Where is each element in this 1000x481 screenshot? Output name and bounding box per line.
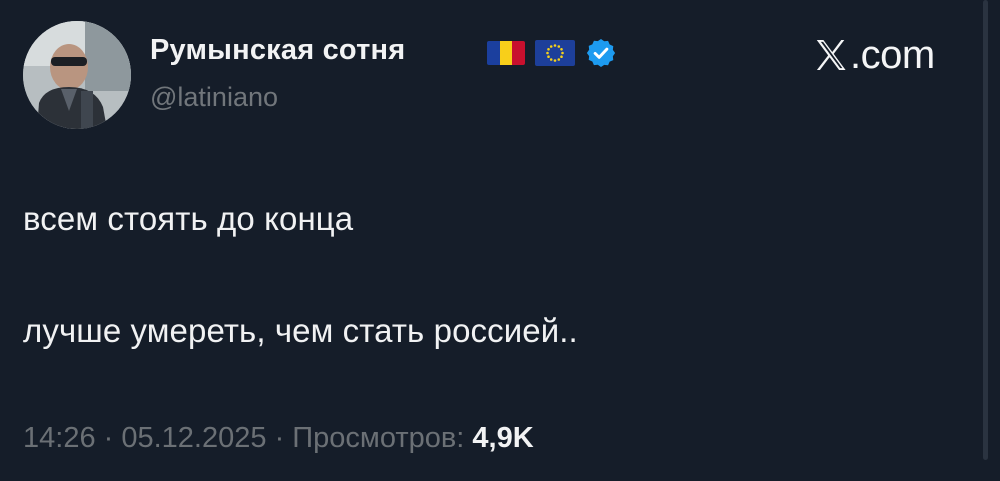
- verified-badge-icon: [586, 39, 616, 67]
- tweet-text-line-2: лучше умереть, чем стать россией..: [23, 312, 578, 349]
- romania-flag-icon: [487, 41, 525, 65]
- author-badges: [487, 38, 617, 68]
- site-label: .com: [812, 32, 935, 78]
- tweet-time[interactable]: 14:26: [23, 422, 96, 454]
- avatar-photo: [23, 21, 131, 129]
- x-logo-icon: [816, 39, 846, 71]
- tweet-meta: 14:26 · 05.12.2025 · Просмотров: 4,9K: [23, 422, 534, 455]
- scrollbar[interactable]: [983, 0, 988, 460]
- meta-separator: ·: [95, 422, 122, 454]
- tweet-text-line-1: всем стоять до конца: [23, 200, 354, 237]
- views-count: 4,9K: [472, 422, 534, 454]
- meta-separator: ·: [266, 422, 293, 454]
- site-domain-text: .com: [850, 33, 935, 77]
- author-handle[interactable]: @latiniano: [150, 82, 278, 113]
- tweet-date[interactable]: 05.12.2025: [121, 422, 266, 454]
- views-label: Просмотров:: [292, 422, 465, 454]
- eu-flag-icon: [535, 40, 575, 66]
- tweet-card: Румынская сотня @latiniano .com всем сто…: [0, 0, 1000, 481]
- avatar[interactable]: [23, 21, 131, 129]
- author-display-name[interactable]: Румынская сотня: [150, 34, 405, 67]
